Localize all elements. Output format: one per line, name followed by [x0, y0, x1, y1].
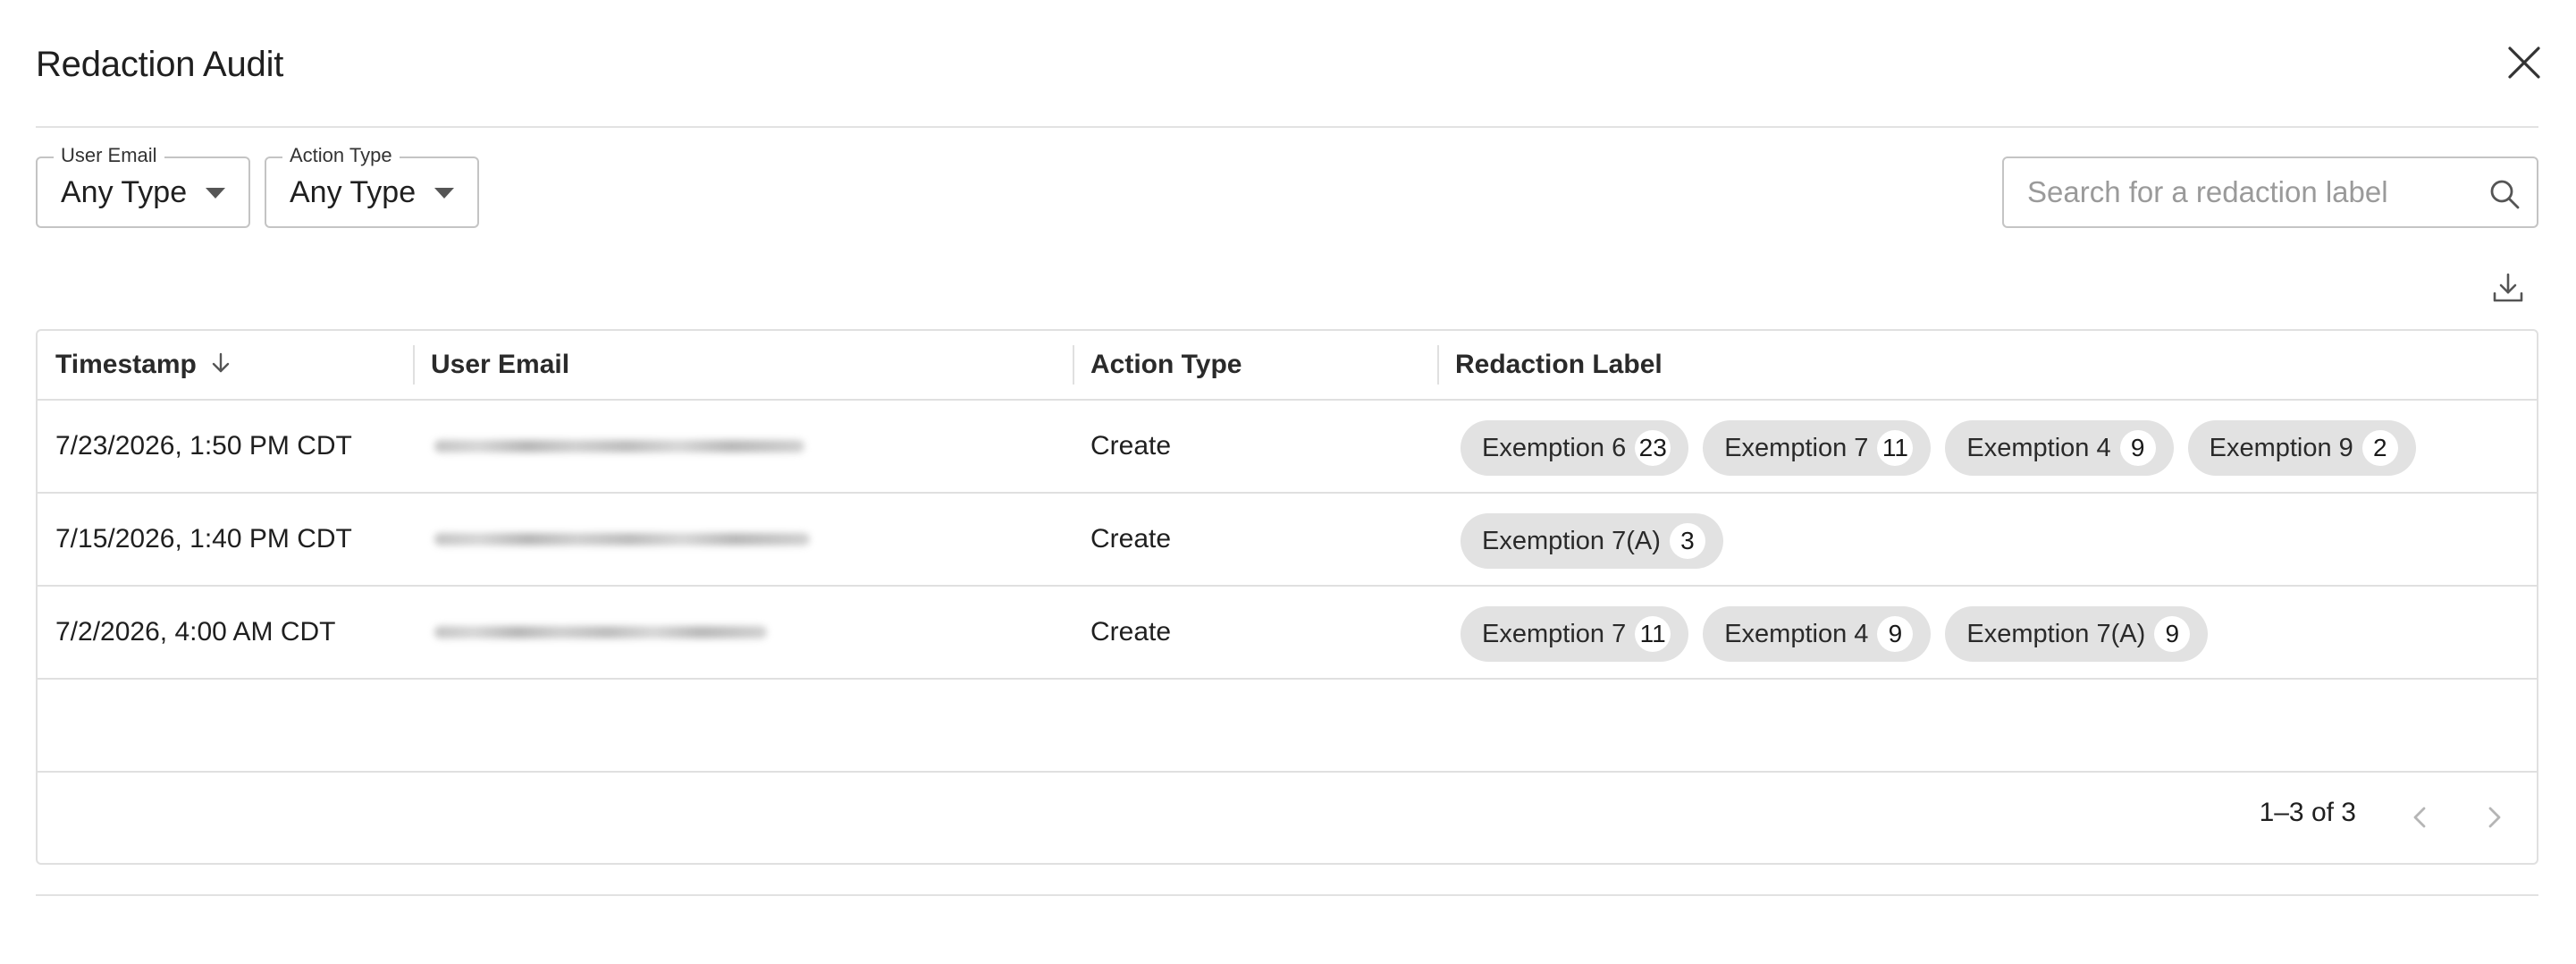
- timestamp-cell: 7/15/2026, 1:40 PM CDT: [55, 524, 352, 554]
- redaction-label-chip[interactable]: Exemption 4 9: [1945, 420, 2174, 476]
- search-icon[interactable]: [2488, 178, 2521, 210]
- column-header-redaction-label[interactable]: Redaction Label: [1455, 331, 1663, 399]
- redaction-label-chip[interactable]: Exemption 9 2: [2187, 420, 2416, 476]
- redaction-audit-dialog: Redaction Audit User Email Any Type Acti…: [0, 0, 2576, 964]
- audit-table: Timestamp User Email Action Type Redacti…: [36, 329, 2538, 865]
- column-header-user-email[interactable]: User Email: [431, 331, 569, 399]
- caret-down-icon: [434, 188, 454, 199]
- redaction-label-search: [2002, 156, 2538, 228]
- chip-count: 9: [1877, 616, 1914, 652]
- redaction-label-chips: Exemption 6 23 Exemption 7 11 Exemption …: [1461, 420, 2416, 476]
- redaction-label-chip[interactable]: Exemption 6 23: [1461, 420, 1689, 476]
- action-type-cell: Create: [1090, 617, 1172, 647]
- timestamp-cell: 7/23/2026, 1:50 PM CDT: [55, 431, 352, 461]
- chip-count: 11: [1877, 430, 1914, 466]
- previous-page-button[interactable]: [2403, 799, 2438, 835]
- column-separator: [413, 345, 415, 385]
- chevron-left-icon: [2413, 807, 2426, 828]
- redacted-email: [434, 533, 810, 545]
- chip-label: Exemption 4: [1724, 619, 1869, 648]
- chip-label: Exemption 4: [1966, 433, 2111, 462]
- redaction-label-chip[interactable]: Exemption 7 11: [1703, 420, 1932, 476]
- column-separator: [1073, 345, 1074, 385]
- chip-count: 11: [1635, 616, 1671, 652]
- redaction-label-chip[interactable]: Exemption 7 11: [1461, 606, 1689, 662]
- chip-label: Exemption 7: [1724, 433, 1869, 462]
- search-input[interactable]: [2027, 171, 2456, 214]
- table-row[interactable]: 7/23/2026, 1:50 PM CDT Create Exemption …: [38, 401, 2537, 494]
- download-icon: [2493, 273, 2523, 302]
- redaction-label-chips: Exemption 7 11 Exemption 4 9 Exemption 7…: [1461, 606, 2209, 662]
- chip-count: 9: [2119, 430, 2156, 466]
- redaction-label-chip[interactable]: Exemption 7(A) 9: [1945, 606, 2209, 662]
- table-pagination: 1–3 of 3: [38, 771, 2537, 863]
- action-type-cell: Create: [1090, 524, 1172, 554]
- dialog-title: Redaction Audit: [36, 45, 284, 84]
- chip-count: 23: [1635, 430, 1671, 466]
- chip-label: Exemption 7(A): [1482, 526, 1661, 555]
- user-email-select-value: Any Type: [61, 175, 188, 209]
- action-type-select-label: Action Type: [282, 144, 400, 167]
- caret-down-icon: [206, 188, 225, 199]
- pagination-range: 1–3 of 3: [2259, 798, 2356, 827]
- chip-label: Exemption 7: [1482, 619, 1627, 648]
- column-separator: [1437, 345, 1439, 385]
- user-email-select-label: User Email: [54, 144, 164, 167]
- user-email-select[interactable]: User Email Any Type: [36, 144, 250, 228]
- table-row[interactable]: 7/15/2026, 1:40 PM CDT Create Exemption …: [38, 494, 2537, 587]
- close-icon: [2508, 47, 2540, 79]
- chip-label: Exemption 9: [2209, 433, 2353, 462]
- timestamp-cell: 7/2/2026, 4:00 AM CDT: [55, 617, 336, 647]
- close-button[interactable]: [2501, 39, 2547, 86]
- redaction-label-chip[interactable]: Exemption 4 9: [1703, 606, 1932, 662]
- action-type-select[interactable]: Action Type Any Type: [265, 144, 479, 228]
- column-header-timestamp[interactable]: Timestamp: [55, 331, 232, 399]
- column-header-action-type[interactable]: Action Type: [1090, 331, 1242, 399]
- download-button[interactable]: [2490, 270, 2526, 306]
- redacted-email: [434, 626, 767, 638]
- chip-label: Exemption 6: [1482, 433, 1627, 462]
- table-row[interactable]: 7/2/2026, 4:00 AM CDT Create Exemption 7…: [38, 587, 2537, 680]
- column-header-label: Timestamp: [55, 350, 197, 379]
- chip-count: 3: [1669, 523, 1705, 559]
- chip-label: Exemption 7(A): [1966, 619, 2146, 648]
- arrow-down-icon[interactable]: [209, 351, 232, 375]
- action-type-select-value: Any Type: [290, 175, 417, 209]
- chip-count: 9: [2154, 616, 2191, 652]
- redaction-label-chips: Exemption 7(A) 3: [1461, 513, 1723, 569]
- chip-count: 2: [2361, 430, 2398, 466]
- table-header: Timestamp User Email Action Type Redacti…: [38, 331, 2537, 401]
- header-divider: [36, 126, 2538, 128]
- redacted-email: [434, 440, 804, 452]
- redaction-label-chip[interactable]: Exemption 7(A) 3: [1461, 513, 1723, 569]
- action-type-cell: Create: [1090, 431, 1172, 461]
- footer-divider: [36, 894, 2538, 896]
- chevron-right-icon: [2488, 807, 2501, 828]
- next-page-button[interactable]: [2476, 799, 2512, 835]
